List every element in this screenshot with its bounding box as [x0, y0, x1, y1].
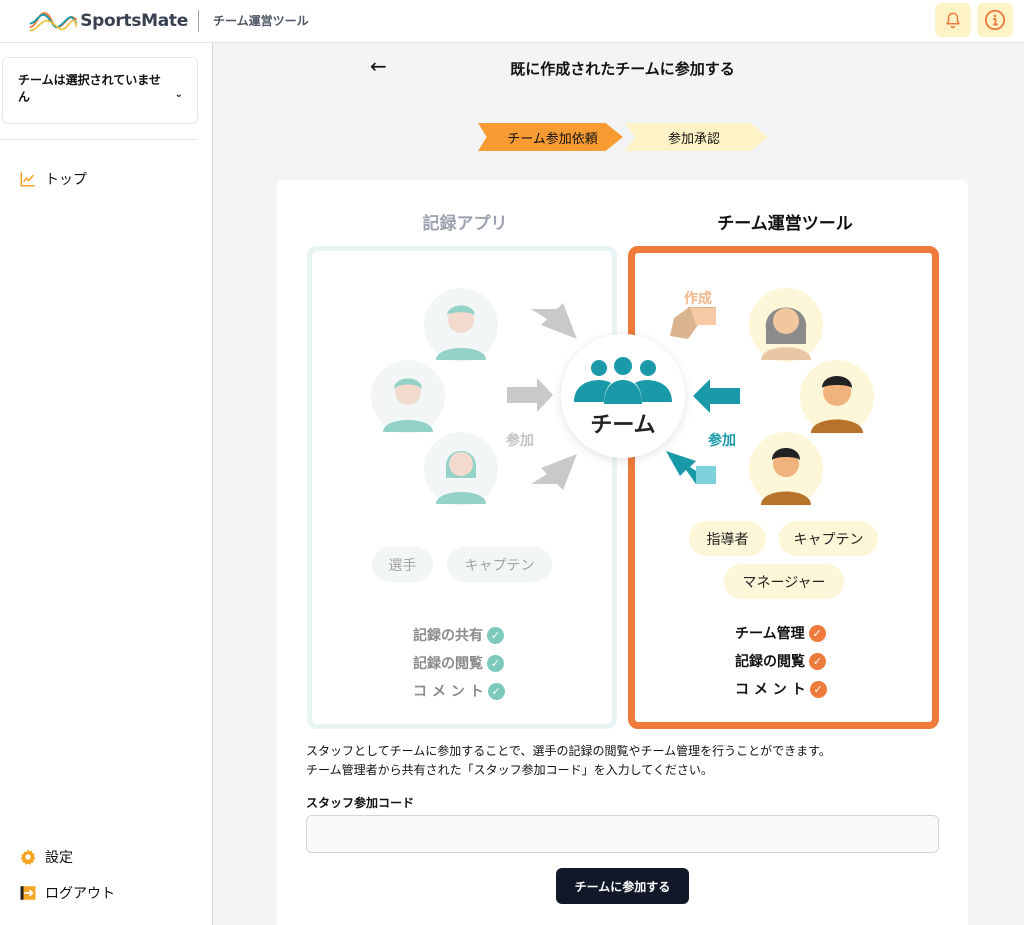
join-team-button[interactable]: チームに参加する — [556, 868, 689, 904]
feature-item: 記録の閲覧 ✓ — [735, 651, 826, 671]
description-text: スタッフとしてチームに参加することで、選手の記録の閲覧やチーム管理を行うことがで… — [306, 742, 946, 780]
right-join-label: 参加 — [708, 433, 736, 449]
feature-item: コ メ ン ト ✓ — [735, 679, 827, 699]
captain-avatar-icon — [424, 432, 498, 506]
feature-label: 記録の閲覧 — [413, 656, 483, 672]
feature-label: コ メ ン ト — [735, 682, 806, 698]
check-icon: ✓ — [487, 626, 504, 644]
captain-man-avatar-icon — [800, 360, 874, 434]
feature-label: 記録の閲覧 — [735, 654, 805, 670]
role-badge: 選手 — [372, 547, 433, 582]
role-badge: キャプテン — [779, 521, 878, 556]
feature-item: チーム管理 ✓ — [735, 623, 826, 643]
feature-label: チーム管理 — [735, 626, 805, 642]
feature-item: 記録の共有 ✓ — [413, 625, 504, 645]
role-badge: キャプテン — [447, 547, 552, 582]
diagram-illustration — [371, 288, 874, 506]
feature-label: コ メ ン ト — [413, 684, 484, 700]
feature-item: コ メ ン ト ✓ — [413, 681, 505, 701]
create-label: 作成 — [684, 291, 712, 307]
team-people-icon — [561, 334, 685, 458]
staff-code-label: スタッフ参加コード — [306, 796, 415, 810]
description-line: スタッフとしてチームに参加することで、選手の記録の閲覧やチーム管理を行うことがで… — [306, 744, 831, 758]
player-avatar-icon — [424, 288, 498, 362]
role-badge: 指導者 — [689, 521, 766, 556]
description-line: チーム管理者から共有された「スタッフ参加コード」を入力してください。 — [306, 763, 713, 777]
staff-code-input[interactable] — [306, 815, 939, 853]
role-badge: マネージャー — [724, 564, 844, 599]
player-avatar-icon — [371, 360, 445, 434]
check-icon: ✓ — [809, 680, 827, 698]
left-join-label: 参加 — [506, 433, 534, 449]
team-label: チーム — [590, 413, 656, 438]
manager-avatar-icon — [749, 432, 823, 506]
feature-item: 記録の閲覧 ✓ — [413, 653, 504, 673]
check-icon: ✓ — [809, 652, 826, 670]
check-icon: ✓ — [808, 624, 826, 642]
check-icon: ✓ — [487, 682, 505, 700]
feature-label: 記録の共有 — [413, 628, 483, 644]
check-icon: ✓ — [487, 654, 504, 672]
coach-avatar-icon — [749, 288, 823, 362]
